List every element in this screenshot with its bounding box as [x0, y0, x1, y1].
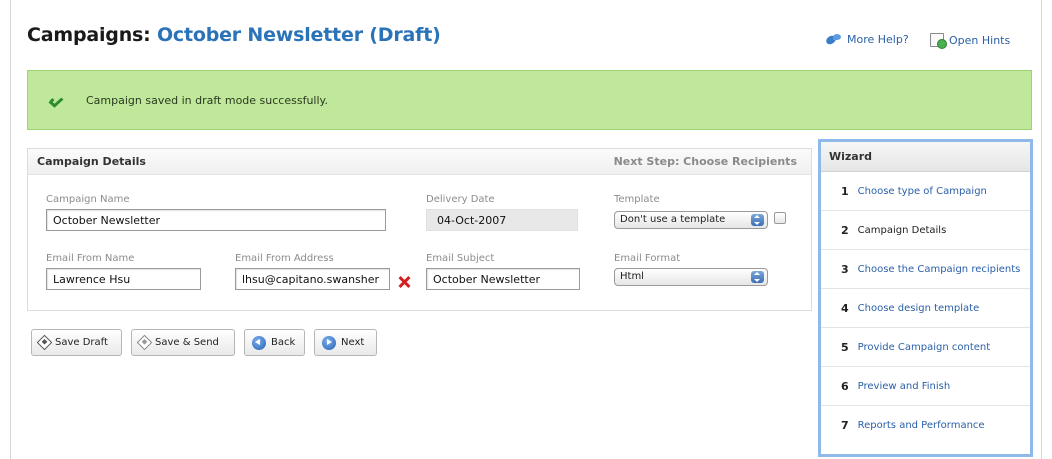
step-label: Provide Campaign content — [857, 341, 991, 353]
campaign-name-group: Campaign Name — [46, 194, 386, 231]
step-label: Preview and Finish — [857, 380, 951, 392]
delivery-date-group: Delivery Date 04-Oct-2007 — [426, 194, 578, 231]
from-name-label: Email From Name — [46, 253, 135, 264]
hints-icon — [930, 33, 947, 49]
subject-label: Email Subject — [426, 253, 495, 264]
step-number: 7 — [841, 419, 849, 432]
wizard-title: Wizard — [821, 142, 1030, 172]
save-draft-label: Save Draft — [55, 337, 108, 348]
campaign-name-label: Campaign Name — [46, 194, 130, 205]
back-arrow-icon — [252, 335, 266, 350]
template-checkbox[interactable] — [774, 212, 786, 224]
subject-input[interactable] — [426, 268, 580, 290]
step-number: 5 — [841, 340, 849, 354]
step-label: Reports and Performance — [857, 420, 985, 431]
save-send-button[interactable]: Save & Send — [131, 329, 235, 356]
details-header: Campaign Details Next Step: Choose Recip… — [28, 149, 811, 175]
wizard-panel: Wizard 1 Choose type of Campaign 2 Campa… — [818, 139, 1033, 457]
step-number: 6 — [841, 379, 849, 393]
wizard-step-2[interactable]: 2 Campaign Details — [821, 211, 1030, 250]
campaign-details-panel: Campaign Details Next Step: Choose Recip… — [27, 148, 812, 311]
step-label: Campaign Details — [857, 224, 947, 236]
step-label: Choose the Campaign recipients — [857, 263, 1021, 275]
success-banner: Campaign saved in draft mode successfull… — [27, 70, 1032, 130]
step-number: 3 — [841, 262, 849, 276]
format-group: Email Format Html — [614, 253, 768, 286]
template-select[interactable]: Don't use a template — [614, 211, 768, 229]
open-hints-link[interactable]: Open Hints — [930, 33, 1011, 49]
next-button[interactable]: Next — [314, 329, 377, 356]
select-arrows-icon — [751, 271, 764, 283]
from-address-input[interactable] — [235, 268, 390, 290]
details-title: Campaign Details — [37, 155, 146, 168]
wizard-step-1[interactable]: 1 Choose type of Campaign — [821, 172, 1030, 211]
wizard-step-7[interactable]: 7 Reports and Performance — [821, 406, 1030, 445]
step-label: Choose design template — [857, 302, 980, 314]
wizard-steps: 1 Choose type of Campaign 2 Campaign Det… — [821, 172, 1030, 445]
checkmark-icon — [50, 94, 66, 106]
help-bird-icon — [824, 33, 842, 46]
save-send-label: Save & Send — [155, 337, 219, 348]
template-label: Template — [614, 194, 660, 205]
subject-group: Email Subject — [426, 253, 580, 290]
back-label: Back — [271, 337, 296, 348]
format-selected-value: Html — [620, 271, 644, 282]
more-help-link[interactable]: More Help? — [824, 33, 909, 46]
step-number: 4 — [841, 301, 849, 315]
more-help-label: More Help? — [847, 33, 909, 46]
page-title-prefix: Campaigns: — [27, 24, 151, 46]
step-number: 2 — [841, 223, 849, 237]
template-group: Template Don't use a template — [614, 194, 768, 229]
from-name-input[interactable] — [46, 268, 201, 290]
from-name-group: Email From Name — [46, 253, 201, 290]
error-x-icon — [398, 276, 410, 288]
step-number: 1 — [841, 184, 849, 198]
diamond-icon — [36, 334, 53, 351]
template-selected-value: Don't use a template — [620, 214, 726, 225]
next-label: Next — [341, 337, 365, 348]
delivery-date-value: 04-Oct-2007 — [426, 209, 578, 231]
page-title: Campaigns: October Newsletter (Draft) — [27, 24, 441, 46]
wizard-step-6[interactable]: 6 Preview and Finish — [821, 367, 1030, 406]
back-button[interactable]: Back — [244, 329, 305, 356]
next-step-label: Next Step: Choose Recipients — [613, 155, 797, 168]
campaign-name-input[interactable] — [46, 209, 386, 231]
wizard-step-3[interactable]: 3 Choose the Campaign recipients — [821, 250, 1030, 289]
next-arrow-icon — [322, 335, 336, 350]
delivery-date-label: Delivery Date — [426, 194, 495, 205]
format-label: Email Format — [614, 253, 681, 264]
diamond-icon — [136, 334, 153, 351]
format-select[interactable]: Html — [614, 268, 768, 286]
from-address-label: Email From Address — [235, 253, 334, 264]
wizard-step-4[interactable]: 4 Choose design template — [821, 289, 1030, 328]
campaign-title: October Newsletter (Draft) — [156, 24, 441, 46]
wizard-step-5[interactable]: 5 Provide Campaign content — [821, 328, 1030, 367]
save-draft-button[interactable]: Save Draft — [31, 329, 122, 356]
from-address-group: Email From Address — [235, 253, 390, 290]
open-hints-label: Open Hints — [949, 33, 1011, 47]
select-arrows-icon — [751, 214, 764, 226]
step-label: Choose type of Campaign — [857, 185, 987, 197]
success-message: Campaign saved in draft mode successfull… — [86, 93, 328, 107]
